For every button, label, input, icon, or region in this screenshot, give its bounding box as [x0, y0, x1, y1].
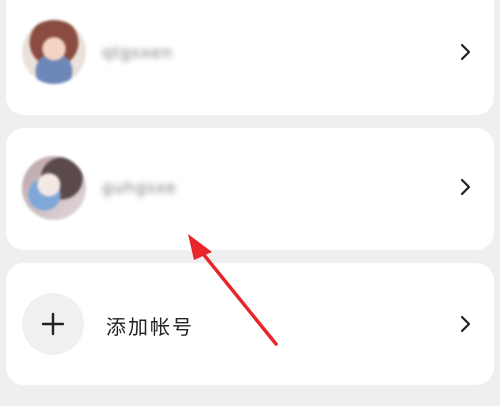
chevron-right-icon	[454, 41, 476, 63]
avatar	[22, 20, 86, 84]
account-name: guhgsxe	[102, 178, 177, 197]
chevron-right-icon	[454, 313, 476, 335]
add-account-button[interactable]: 添加帐号	[6, 263, 494, 385]
plus-icon	[22, 293, 84, 355]
avatar	[22, 156, 86, 220]
account-switch-page: qtgsxen guhgsxe 添加帐号	[0, 0, 500, 406]
chevron-right-icon	[454, 176, 476, 198]
account-item-1[interactable]: qtgsxen	[6, 0, 494, 115]
account-item-2[interactable]: guhgsxe	[6, 128, 494, 250]
add-account-label: 添加帐号	[106, 315, 194, 339]
account-name: qtgsxen	[102, 43, 173, 62]
